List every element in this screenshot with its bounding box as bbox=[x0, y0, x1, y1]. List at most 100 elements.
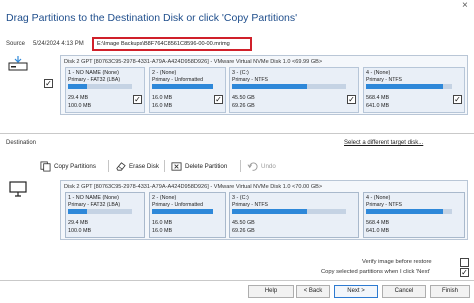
delete-partition-button[interactable]: Delete Partition bbox=[171, 159, 227, 173]
partition-total: 69.26 GB bbox=[232, 228, 255, 234]
partition-checkbox[interactable]: ✓ bbox=[347, 95, 356, 104]
partition-type: Primary - FAT32 (LBA) bbox=[68, 77, 121, 83]
source-partition-3[interactable]: 3 - (C:) Primary - NTFS 45.50 GB 69.26 G… bbox=[229, 67, 359, 113]
help-button[interactable]: Help bbox=[248, 285, 294, 298]
destination-partition-2[interactable]: 2 - (None) Primary - Unformatted 16.0 MB… bbox=[149, 192, 226, 238]
source-disk-header: Disk 2 GPT [80763C95-2978-4331-A79A-A424… bbox=[64, 59, 323, 65]
partition-checkbox[interactable]: ✓ bbox=[453, 95, 462, 104]
partition-type: Primary - Unformatted bbox=[152, 77, 204, 83]
partition-usage-bar bbox=[366, 209, 452, 214]
cancel-button[interactable]: Cancel bbox=[382, 285, 426, 298]
destination-partition-4[interactable]: 4 - (None) Primary - NTFS 568.4 MB 641.0… bbox=[363, 192, 465, 238]
dialog-title: Drag Partitions to the Destination Disk … bbox=[6, 12, 298, 24]
toolbar-separator bbox=[164, 160, 165, 172]
partition-usage-fill bbox=[232, 209, 308, 214]
undo-button[interactable]: Undo bbox=[247, 159, 276, 173]
undo-icon bbox=[247, 162, 258, 171]
source-partition-4[interactable]: 4 - (None) Primary - NTFS 568.4 MB 641.0… bbox=[363, 67, 465, 113]
partition-usage-bar bbox=[68, 84, 132, 89]
back-button[interactable]: < Back bbox=[296, 285, 330, 298]
partition-usage-bar bbox=[232, 209, 346, 214]
delete-partition-label: Delete Partition bbox=[185, 162, 228, 170]
partition-usage-fill bbox=[152, 209, 213, 214]
copy-selected-checkbox[interactable]: ✓ bbox=[460, 268, 469, 277]
partition-usage-fill bbox=[366, 209, 443, 214]
partition-total: 16.0 MB bbox=[152, 103, 173, 109]
erase-icon bbox=[116, 161, 126, 171]
partition-total: 641.0 MB bbox=[366, 228, 390, 234]
source-disk-panel[interactable]: Disk 2 GPT [80763C95-2978-4331-A79A-A424… bbox=[60, 55, 468, 115]
partition-name: 1 - NO NAME (None) bbox=[68, 70, 119, 76]
erase-disk-label: Erase Disk bbox=[129, 162, 159, 170]
partition-checkbox[interactable]: ✓ bbox=[133, 95, 142, 104]
partition-usage-bar bbox=[152, 209, 213, 214]
partition-usage-fill bbox=[68, 209, 87, 214]
partition-total: 100.0 MB bbox=[68, 228, 92, 234]
partition-used: 568.4 MB bbox=[366, 220, 390, 226]
partition-used: 45.50 GB bbox=[232, 220, 255, 226]
partition-name: 2 - (None) bbox=[152, 70, 177, 76]
close-icon[interactable]: × bbox=[462, 0, 468, 11]
verify-image-checkbox[interactable] bbox=[460, 258, 469, 267]
partition-name: 4 - (None) bbox=[366, 70, 391, 76]
partition-checkbox[interactable]: ✓ bbox=[214, 95, 223, 104]
undo-label: Undo bbox=[261, 162, 276, 170]
next-button[interactable]: Next > bbox=[334, 285, 378, 298]
erase-disk-button[interactable]: Erase Disk bbox=[115, 159, 159, 173]
verify-image-label: Verify image before restore bbox=[362, 259, 432, 265]
partition-used: 568.4 MB bbox=[366, 95, 390, 101]
partition-name: 3 - (C:) bbox=[232, 70, 249, 76]
partition-type: Primary - NTFS bbox=[232, 202, 269, 208]
partition-used: 45.50 GB bbox=[232, 95, 255, 101]
destination-label: Destination bbox=[6, 140, 37, 146]
copy-selected-label: Copy selected partitions when I click 'N… bbox=[321, 269, 431, 275]
partition-total: 16.0 MB bbox=[152, 228, 173, 234]
partition-usage-fill bbox=[232, 84, 308, 89]
partition-used: 16.0 MB bbox=[152, 95, 173, 101]
copy-icon bbox=[40, 161, 51, 171]
partition-total: 641.0 MB bbox=[366, 103, 390, 109]
select-target-disk-link[interactable]: Select a different target disk... bbox=[344, 140, 423, 146]
partition-usage-bar bbox=[152, 84, 213, 89]
partition-type: Primary - FAT32 (LBA) bbox=[68, 202, 121, 208]
copy-partitions-button[interactable]: Copy Partitions bbox=[40, 159, 96, 173]
partition-type: Primary - NTFS bbox=[366, 77, 403, 83]
partition-type: Primary - Unformatted bbox=[152, 202, 204, 208]
partition-usage-bar bbox=[232, 84, 346, 89]
partition-used: 16.0 MB bbox=[152, 220, 173, 226]
source-partition-2[interactable]: 2 - (None) Primary - Unformatted 16.0 MB… bbox=[149, 67, 226, 113]
footer-divider bbox=[0, 280, 474, 281]
destination-disk-panel[interactable]: Disk 2 GPT [80763C95-2978-4331-A79A-A424… bbox=[60, 180, 468, 240]
toolbar-separator bbox=[108, 160, 109, 172]
destination-disk-header: Disk 2 GPT [80763C95-2978-4331-A79A-A424… bbox=[64, 184, 323, 190]
source-label: Source bbox=[6, 41, 26, 47]
toolbar-separator bbox=[240, 160, 241, 172]
partition-usage-fill bbox=[152, 84, 213, 89]
partition-name: 4 - (None) bbox=[366, 195, 391, 201]
partition-name: 2 - (None) bbox=[152, 195, 177, 201]
partition-usage-fill bbox=[68, 84, 87, 89]
partition-usage-bar bbox=[68, 209, 132, 214]
destination-partition-3[interactable]: 3 - (C:) Primary - NTFS 45.50 GB 69.26 G… bbox=[229, 192, 359, 238]
section-divider bbox=[0, 133, 474, 134]
copy-partitions-label: Copy Partitions bbox=[54, 162, 96, 170]
partition-used: 29.4 MB bbox=[68, 95, 89, 101]
partition-type: Primary - NTFS bbox=[232, 77, 269, 83]
partition-total: 100.0 MB bbox=[68, 103, 92, 109]
partition-type: Primary - NTFS bbox=[366, 202, 403, 208]
partition-name: 3 - (C:) bbox=[232, 195, 249, 201]
source-partition-1[interactable]: 1 - NO NAME (None) Primary - FAT32 (LBA)… bbox=[65, 67, 145, 113]
source-disk-checkbox[interactable]: ✓ bbox=[44, 79, 53, 88]
backup-disk-icon bbox=[8, 56, 28, 74]
partition-total: 69.26 GB bbox=[232, 103, 255, 109]
destination-partition-1[interactable]: 1 - NO NAME (None) Primary - FAT32 (LBA)… bbox=[65, 192, 145, 238]
partition-name: 1 - NO NAME (None) bbox=[68, 195, 119, 201]
monitor-icon bbox=[8, 181, 28, 199]
delete-partition-icon bbox=[171, 161, 182, 171]
source-date: 5/24/2024 4:13 PM bbox=[33, 41, 84, 47]
partition-used: 29.4 MB bbox=[68, 220, 89, 226]
partition-usage-bar bbox=[366, 84, 452, 89]
partition-usage-fill bbox=[366, 84, 443, 89]
finish-button[interactable]: Finish bbox=[430, 285, 470, 298]
source-image-path: E:\Image Backups\B8F764C8561C8596-00-00.… bbox=[92, 37, 252, 51]
